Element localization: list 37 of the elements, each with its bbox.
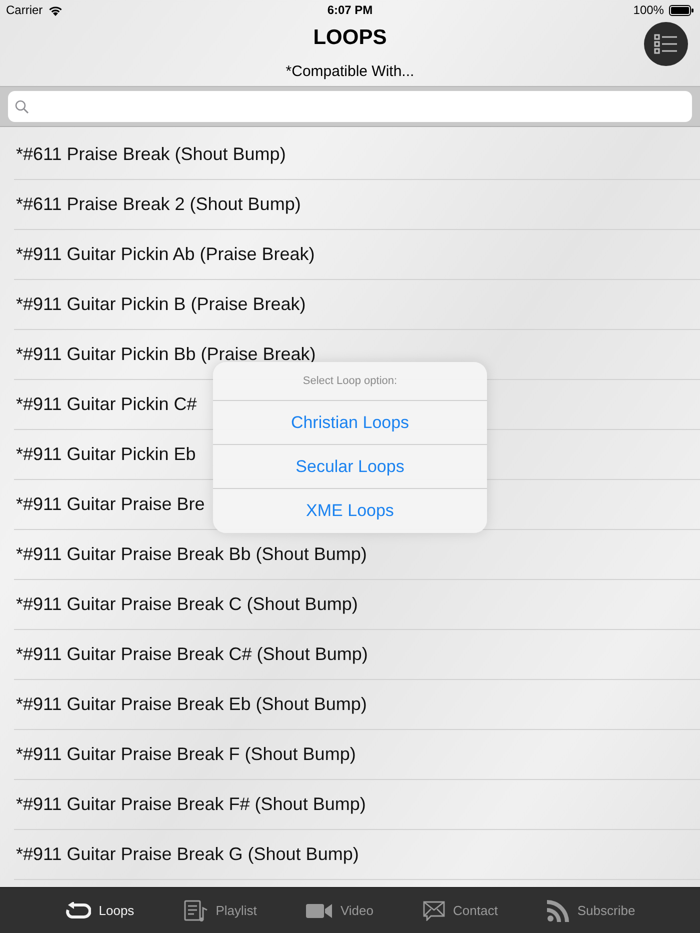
video-camera-icon xyxy=(306,902,332,918)
loop-title[interactable]: *#611 Praise Break 2 (Shout Bump) xyxy=(14,194,301,215)
loop-title[interactable]: *#911 Guitar Pickin Bb (Praise Break) xyxy=(14,344,316,365)
loop-title[interactable]: *#911 Guitar Praise Break C# (Shout Bump) xyxy=(14,644,368,665)
carrier-label: Carrier xyxy=(6,3,43,17)
battery-icon xyxy=(668,4,694,16)
document-icon xyxy=(184,900,208,922)
battery-label: 100% xyxy=(633,3,664,17)
loop-title[interactable]: *#911 Guitar Praise Break F# (Shout Bump) xyxy=(14,794,366,815)
tab-item[interactable]: Video xyxy=(302,898,378,922)
loop-title[interactable]: *#911 Guitar Praise Break G (Shout Bump) xyxy=(14,844,359,865)
loop-title[interactable]: *#611 Praise Break (Shout Bump) xyxy=(14,144,286,165)
page-title: LOOPS xyxy=(313,26,387,50)
tab-item[interactable]: Loops xyxy=(60,898,138,924)
loop-icon xyxy=(64,902,91,920)
loop-title[interactable]: *#911 Guitar Praise Break C (Shout Bump) xyxy=(14,594,358,615)
tab-item[interactable]: Playlist xyxy=(180,896,261,926)
loop-title[interactable]: *#911 Guitar Praise Break F (Shout Bump) xyxy=(14,744,356,765)
wifi-icon xyxy=(48,4,63,16)
tab-item[interactable]: Subscribe xyxy=(543,896,640,926)
tab-item[interactable]: Contact xyxy=(419,896,502,924)
rss-icon xyxy=(547,900,570,922)
sheet-title: Select Loop option: xyxy=(302,375,398,387)
loop-title[interactable]: *#911 Guitar Pickin B (Praise Break) xyxy=(14,294,306,315)
loop-title[interactable]: *#911 Guitar Praise Break Bb (Shout Bump) xyxy=(14,544,367,565)
search-icon xyxy=(15,100,29,114)
loop-title[interactable]: *#911 Guitar Pickin Ab (Praise Break) xyxy=(14,244,315,265)
envelope-icon xyxy=(423,900,446,920)
loop-title[interactable]: *#911 Guitar Pickin Eb xyxy=(14,444,196,465)
loop-title[interactable]: *#911 Guitar Pickin C# xyxy=(14,394,197,415)
menu-button[interactable] xyxy=(644,22,688,66)
search-field[interactable] xyxy=(8,91,692,122)
loop-title[interactable]: *#911 Guitar Praise Bre xyxy=(14,494,205,515)
loop-title[interactable]: *#911 Guitar Praise Break Eb (Shout Bump) xyxy=(14,694,367,715)
page-subtitle: *Compatible With... xyxy=(286,63,414,80)
time-label: 6:07 PM xyxy=(327,3,373,17)
list-icon xyxy=(654,34,678,54)
